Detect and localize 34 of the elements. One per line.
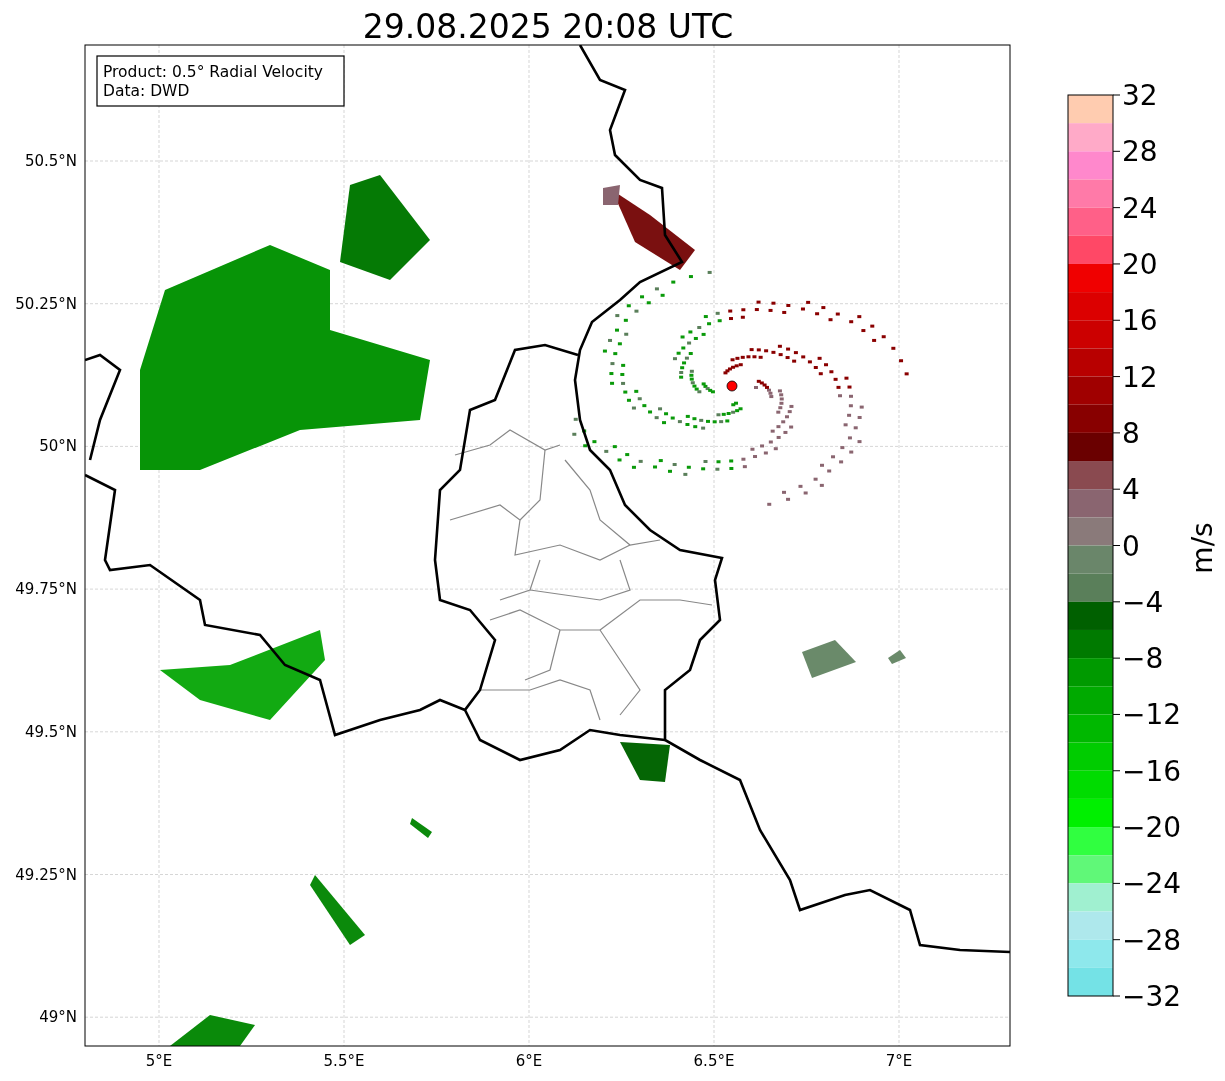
latitude-label: 50.25°N	[15, 294, 77, 313]
longitude-label: 6.5°E	[693, 1052, 735, 1070]
colorbar-tick-label: −32	[1122, 980, 1182, 1013]
radar-site-marker	[726, 380, 738, 392]
latitude-label: 49.25°N	[15, 865, 77, 884]
colorbar-tick-label: 4	[1122, 473, 1140, 507]
colorbar-tick-label: −24	[1122, 867, 1182, 901]
longitude-label: 5°E	[145, 1052, 173, 1070]
info-text: Data: DWD	[103, 82, 190, 100]
colorbar-tick-label: 16	[1122, 304, 1158, 338]
colorbar-tick-label: −4	[1122, 585, 1164, 619]
colorbar-tick-label: −28	[1122, 923, 1182, 957]
figure-title: 29.08.2025 20:08 UTC	[362, 7, 734, 46]
info-text: Product: 0.5° Radial Velocity	[103, 63, 323, 81]
longitude-label: 5.5°E	[323, 1052, 365, 1070]
colorbar-tick-label: −12	[1122, 698, 1182, 732]
colorbar-tick-label: 32	[1122, 79, 1158, 112]
colorbar-tick-label: −20	[1122, 811, 1182, 845]
latitude-label: 50.5°N	[24, 152, 77, 170]
latitude-label: 49°N	[39, 1008, 77, 1027]
colorbar-tick-label: 20	[1122, 247, 1158, 281]
latitude-label: 49.5°N	[24, 722, 77, 741]
latitude-label: 49.75°N	[15, 580, 77, 599]
longitude-label: 6°E	[515, 1052, 543, 1070]
colorbar-tick-label: 28	[1122, 135, 1158, 169]
latitude-label: 50°N	[39, 437, 77, 456]
colorbar-unit: m/s	[1186, 522, 1219, 574]
colorbar-tick-label: −8	[1122, 642, 1164, 676]
longitude-label: 7°E	[885, 1052, 913, 1070]
colorbar-tick-label: −16	[1122, 754, 1182, 788]
colorbar-tick-label: 8	[1122, 416, 1140, 450]
colorbar-tick-label: 12	[1122, 360, 1158, 394]
colorbar-tick-label: 0	[1122, 529, 1140, 563]
colorbar-tick-label: 24	[1122, 191, 1158, 225]
